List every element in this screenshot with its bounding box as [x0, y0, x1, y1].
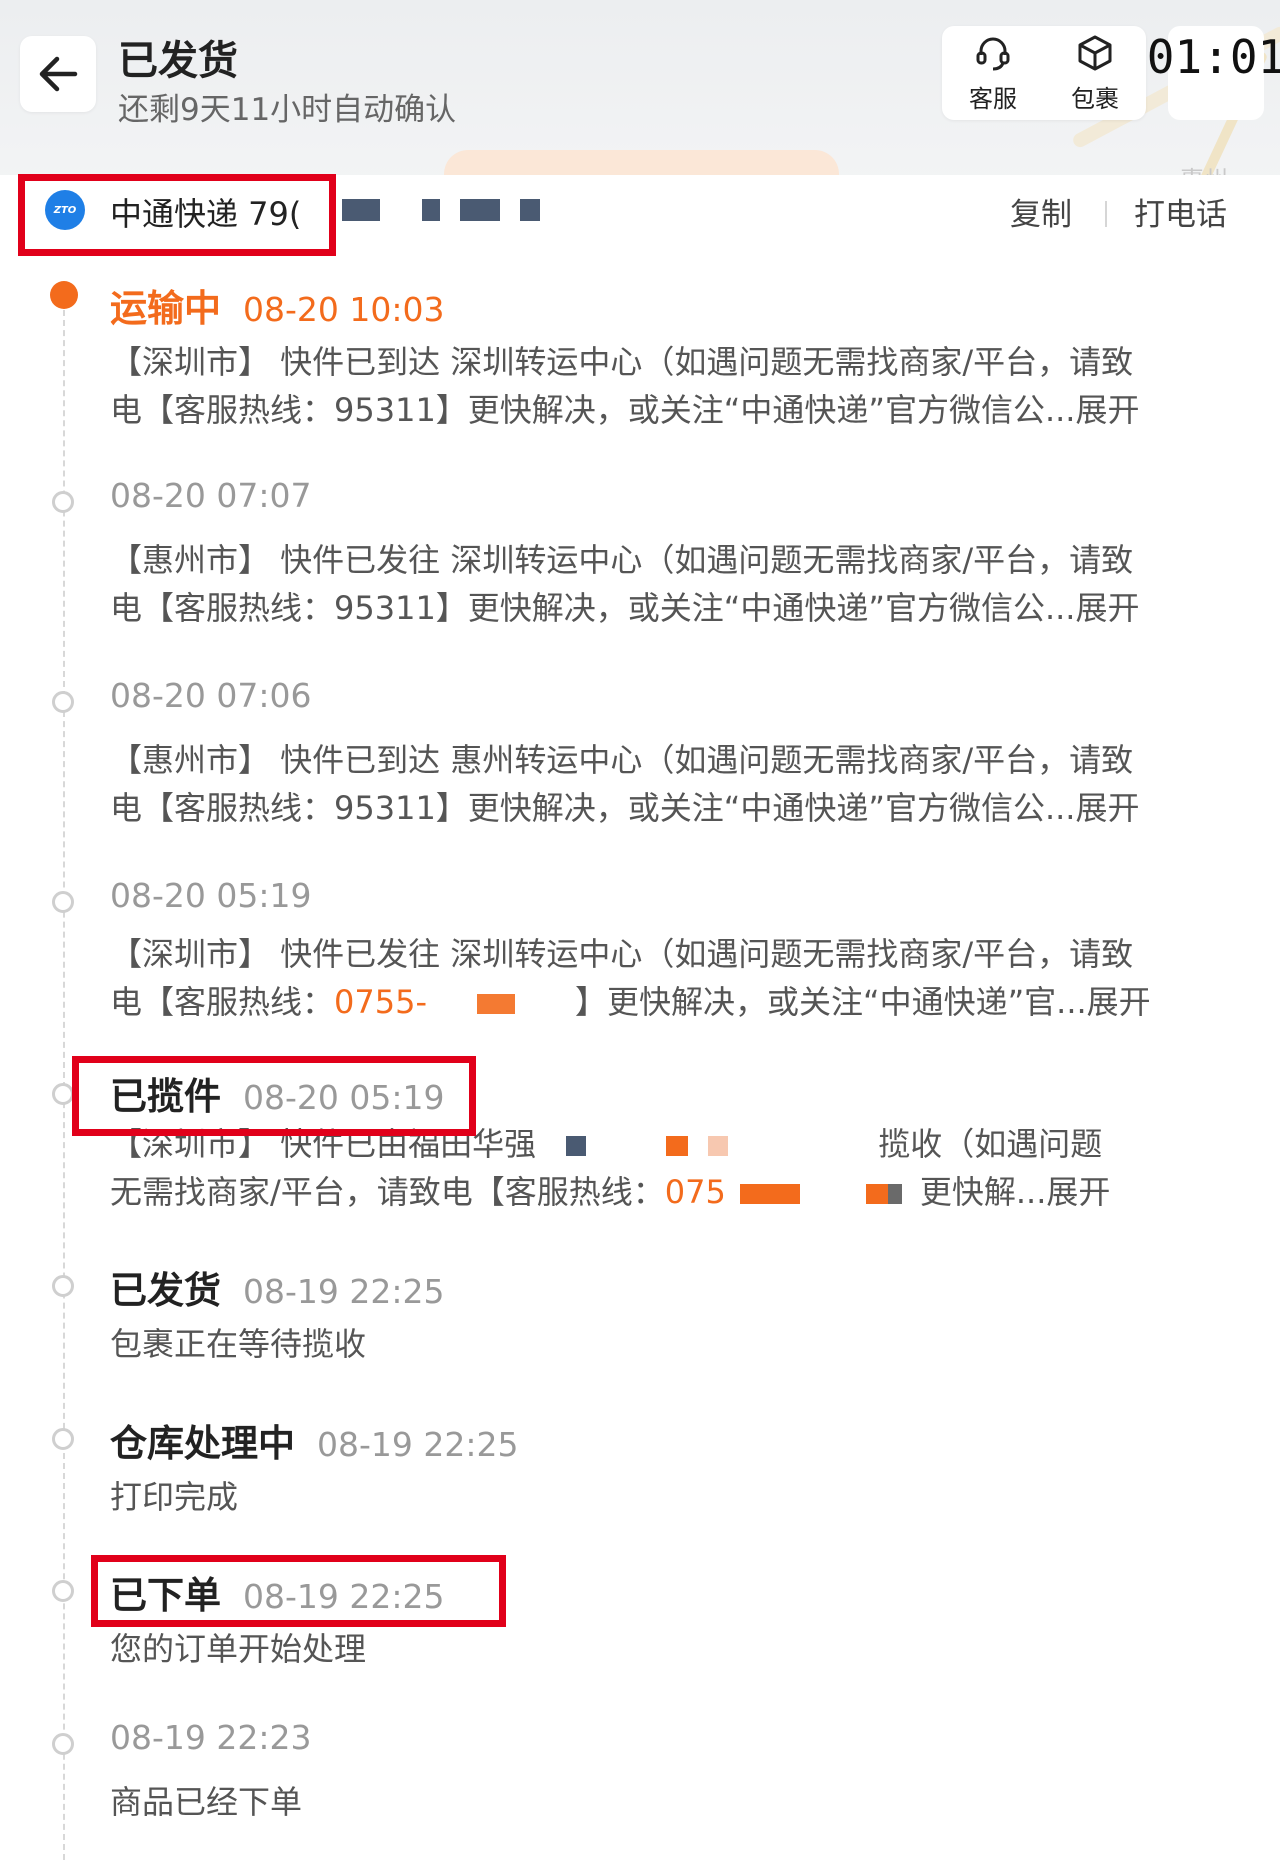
action-card: 客服 包裹: [942, 26, 1146, 120]
event-description-line: 无需找商家/平台，请致电【客服热线：075 更快解...展开: [110, 1168, 1230, 1216]
timeline-node: [52, 1083, 74, 1105]
redacted-text: [422, 199, 440, 221]
event-time: 08-19 22:25: [317, 1425, 519, 1464]
redacted-text: [520, 199, 540, 221]
event-description: 您的订单开始处理: [110, 1630, 367, 1668]
event-description-line: 电【客服热线：95311】更快解决，或关注“中通快递”官方微信公...展开: [110, 391, 1140, 429]
event-description: 商品已经下单: [110, 1783, 303, 1821]
hotline-number[interactable]: 0755-: [334, 983, 427, 1021]
event-description: 包裹正在等待揽收: [110, 1325, 367, 1363]
event-description[interactable]: 【深圳市】 快件已到达 深圳转运中心（如遇问题无需找商家/平台，请致 电【客服热…: [110, 338, 1230, 434]
timeline-node: [52, 691, 74, 713]
timeline-node: [52, 891, 74, 913]
event-description: 打印完成: [110, 1478, 239, 1516]
redacted-text: [566, 1136, 587, 1156]
package-button[interactable]: 包裹: [1044, 26, 1146, 120]
timeline-event: 08-20 07:06 【惠州市】 快件已到达 惠州转运中心（如遇问题无需找商家…: [110, 676, 1230, 832]
description-text: 】更快解决，或关注“中通快递”官...展开: [575, 983, 1151, 1021]
redacted-text: [728, 1136, 878, 1156]
event-description[interactable]: 【深圳市】 快件已发往 深圳转运中心（如遇问题无需找商家/平台，请致 电【客服热…: [110, 930, 1230, 1026]
timeline-line: [63, 300, 65, 1860]
top-bar: 已发货 还剩9天11小时自动确认 客服 包裹 01:01: [0, 0, 1280, 150]
back-button[interactable]: [20, 36, 96, 112]
copy-button[interactable]: 复制: [1010, 189, 1072, 234]
package-label: 包裹: [1071, 84, 1119, 113]
redacted-text: [460, 199, 500, 221]
redacted-text: [477, 994, 515, 1014]
divider: [1105, 201, 1107, 227]
event-time: 08-20 07:06: [110, 676, 312, 715]
timeline-event: 已发货 08-19 22:25 包裹正在等待揽收: [110, 1260, 1230, 1368]
auto-confirm-countdown: 还剩9天11小时自动确认: [118, 92, 457, 128]
event-description-line: 【深圳市】 快件已到达 深圳转运中心（如遇问题无需找商家/平台，请致: [110, 343, 1134, 381]
headset-icon: [976, 37, 1010, 70]
event-description-line: 电【客服热线：95311】更快解决，或关注“中通快递”官方微信公...展开: [110, 789, 1140, 827]
timeline-event: 08-19 22:23 商品已经下单: [110, 1718, 1230, 1826]
description-text: 电【客服热线：: [110, 983, 335, 1021]
event-time: 08-19 22:25: [243, 1272, 445, 1311]
clock-display: 01:01: [1147, 26, 1280, 120]
event-description-line: 电【客服热线：0755- 】更快解决，或关注“中通快递”官...展开: [110, 978, 1230, 1026]
timeline-node: [52, 1275, 74, 1297]
event-description-line: 【惠州市】 快件已发往 深圳转运中心（如遇问题无需找商家/平台，请致: [110, 541, 1134, 579]
timeline-node-active: [50, 281, 78, 309]
event-description-line: 【深圳市】 快件已发往 深圳转运中心（如遇问题无需找商家/平台，请致: [110, 935, 1134, 973]
event-time: 08-20 05:19: [110, 876, 312, 915]
description-text: 更快解...展开: [919, 1173, 1111, 1211]
highlight-box: [91, 1555, 506, 1627]
redacted-text: [865, 1184, 888, 1204]
page-title: 已发货: [118, 38, 238, 84]
event-time: 08-19 22:23: [110, 1718, 312, 1757]
timeline-event: 仓库处理中 08-19 22:25 打印完成: [110, 1413, 1230, 1521]
redacted-text: [515, 994, 575, 1014]
redacted-text: [342, 199, 380, 221]
description-text: 揽收（如遇问题: [878, 1125, 1103, 1163]
customer-service-button[interactable]: 客服: [942, 26, 1044, 120]
event-time: 08-20 10:03: [243, 290, 445, 329]
highlight-box: [72, 1056, 476, 1136]
event-description-line: 【惠州市】 快件已到达 惠州转运中心（如遇问题无需找商家/平台，请致: [110, 741, 1134, 779]
timeline-node: [52, 1428, 74, 1450]
timeline-node: [52, 1580, 74, 1602]
hotline-number[interactable]: 075: [665, 1173, 726, 1211]
timeline-node: [52, 1733, 74, 1755]
event-status: 已发货: [110, 1269, 221, 1312]
event-status: 仓库处理中: [110, 1422, 295, 1465]
package-icon: [1078, 35, 1112, 70]
timeline-event: 运输中 08-20 10:03 【深圳市】 快件已到达 深圳转运中心（如遇问题无…: [110, 278, 1230, 434]
event-status: 运输中: [110, 287, 221, 330]
description-text: 无需找商家/平台，请致电【客服热线：: [110, 1173, 665, 1211]
redacted-text: [708, 1136, 729, 1156]
customer-service-label: 客服: [969, 84, 1017, 113]
redacted-text: [739, 1184, 800, 1204]
timeline-event: 08-20 05:19 【深圳市】 快件已发往 深圳转运中心（如遇问题无需找商家…: [110, 876, 1230, 1026]
event-time: 08-20 07:07: [110, 476, 312, 515]
redacted-text: [666, 1136, 689, 1156]
redacted-text: [800, 1184, 866, 1204]
event-description-line: 电【客服热线：95311】更快解决，或关注“中通快递”官方微信公...展开: [110, 589, 1140, 627]
arrow-left-icon: [39, 56, 78, 92]
timeline-event: 08-20 07:07 【惠州市】 快件已发往 深圳转运中心（如遇问题无需找商家…: [110, 476, 1230, 632]
redacted-text: [586, 1136, 666, 1156]
highlight-box: [18, 174, 336, 256]
redacted-text: [887, 1184, 902, 1204]
event-description[interactable]: 【惠州市】 快件已到达 惠州转运中心（如遇问题无需找商家/平台，请致 电【客服热…: [110, 736, 1230, 832]
timeline-node: [52, 491, 74, 513]
redacted-text: [427, 994, 477, 1014]
event-description[interactable]: 【惠州市】 快件已发往 深圳转运中心（如遇问题无需找商家/平台，请致 电【客服热…: [110, 536, 1230, 632]
call-button[interactable]: 打电话: [1134, 189, 1227, 234]
